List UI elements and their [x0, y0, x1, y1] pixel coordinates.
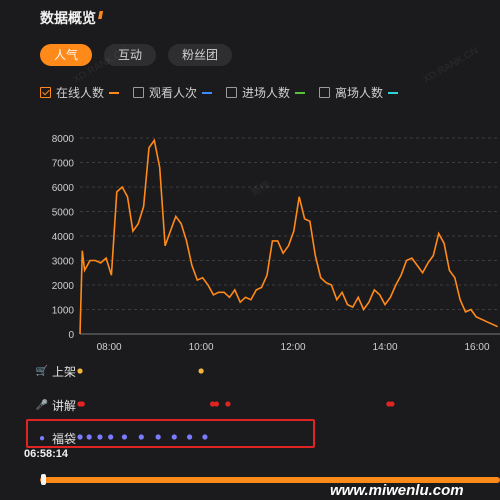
watermark: XD.RANK.CN: [421, 45, 481, 86]
chart-legend: 在线人数 观看人次 进场人数 离场人数: [40, 84, 399, 101]
online-users-chart: 01000200030004000500060007000800008:00 10…: [52, 134, 500, 353]
metric-tabs: 人气 互动 粉丝团: [40, 44, 233, 66]
checkbox-online-users[interactable]: [40, 87, 51, 98]
tab-fan-club[interactable]: 粉丝团: [168, 44, 233, 66]
legend-entries[interactable]: 进场人数: [226, 84, 306, 101]
y-tick-label: 1000: [52, 306, 75, 317]
title-decoration: ///: [98, 10, 103, 22]
checkbox-exits[interactable]: [319, 87, 331, 98]
y-tick-label: 2000: [52, 281, 75, 292]
legend-label-views: 观看人次: [149, 86, 198, 100]
legend-label-exits: 离场人数: [335, 86, 384, 100]
event-marker: [225, 401, 231, 407]
event-marker: [213, 401, 220, 407]
event-markers: [77, 368, 395, 440]
series-line-online-users: [79, 138, 499, 335]
y-tick-label: 4000: [52, 232, 75, 243]
event-marker: [198, 368, 204, 374]
legend-swatch-exits: [388, 91, 399, 94]
event-marker: [77, 368, 83, 374]
lucky-bag-highlight-box: [26, 419, 315, 448]
legend-view-count[interactable]: 观看人次: [133, 84, 213, 101]
event-marker: [389, 401, 395, 407]
y-tick-label: 5000: [52, 208, 75, 219]
checkbox-view-count[interactable]: [133, 87, 145, 98]
timeline-slider-handle[interactable]: [41, 474, 46, 485]
legend-swatch-entries: [295, 91, 306, 94]
current-time: 06:58:14: [24, 448, 69, 460]
tab-popularity[interactable]: 人气: [40, 44, 93, 66]
legend-exits[interactable]: 离场人数: [319, 84, 399, 101]
y-tick-label: 7000: [52, 159, 75, 170]
legend-swatch-views: [202, 91, 213, 94]
event-marker: [79, 401, 85, 407]
y-tick-label: 8000: [52, 134, 75, 145]
y-tick-label: 3000: [52, 257, 75, 268]
page-title: 数据概览: [40, 10, 96, 26]
legend-online-users[interactable]: 在线人数: [40, 84, 120, 101]
y-tick-label: 0: [68, 330, 74, 341]
legend-label-entries: 进场人数: [242, 86, 291, 100]
legend-label-online: 在线人数: [56, 86, 105, 100]
checkbox-entries[interactable]: [226, 87, 238, 98]
brand-watermark: www.miwenlu.com: [330, 482, 464, 499]
y-tick-label: 6000: [52, 183, 75, 194]
legend-swatch-online: [109, 91, 120, 94]
